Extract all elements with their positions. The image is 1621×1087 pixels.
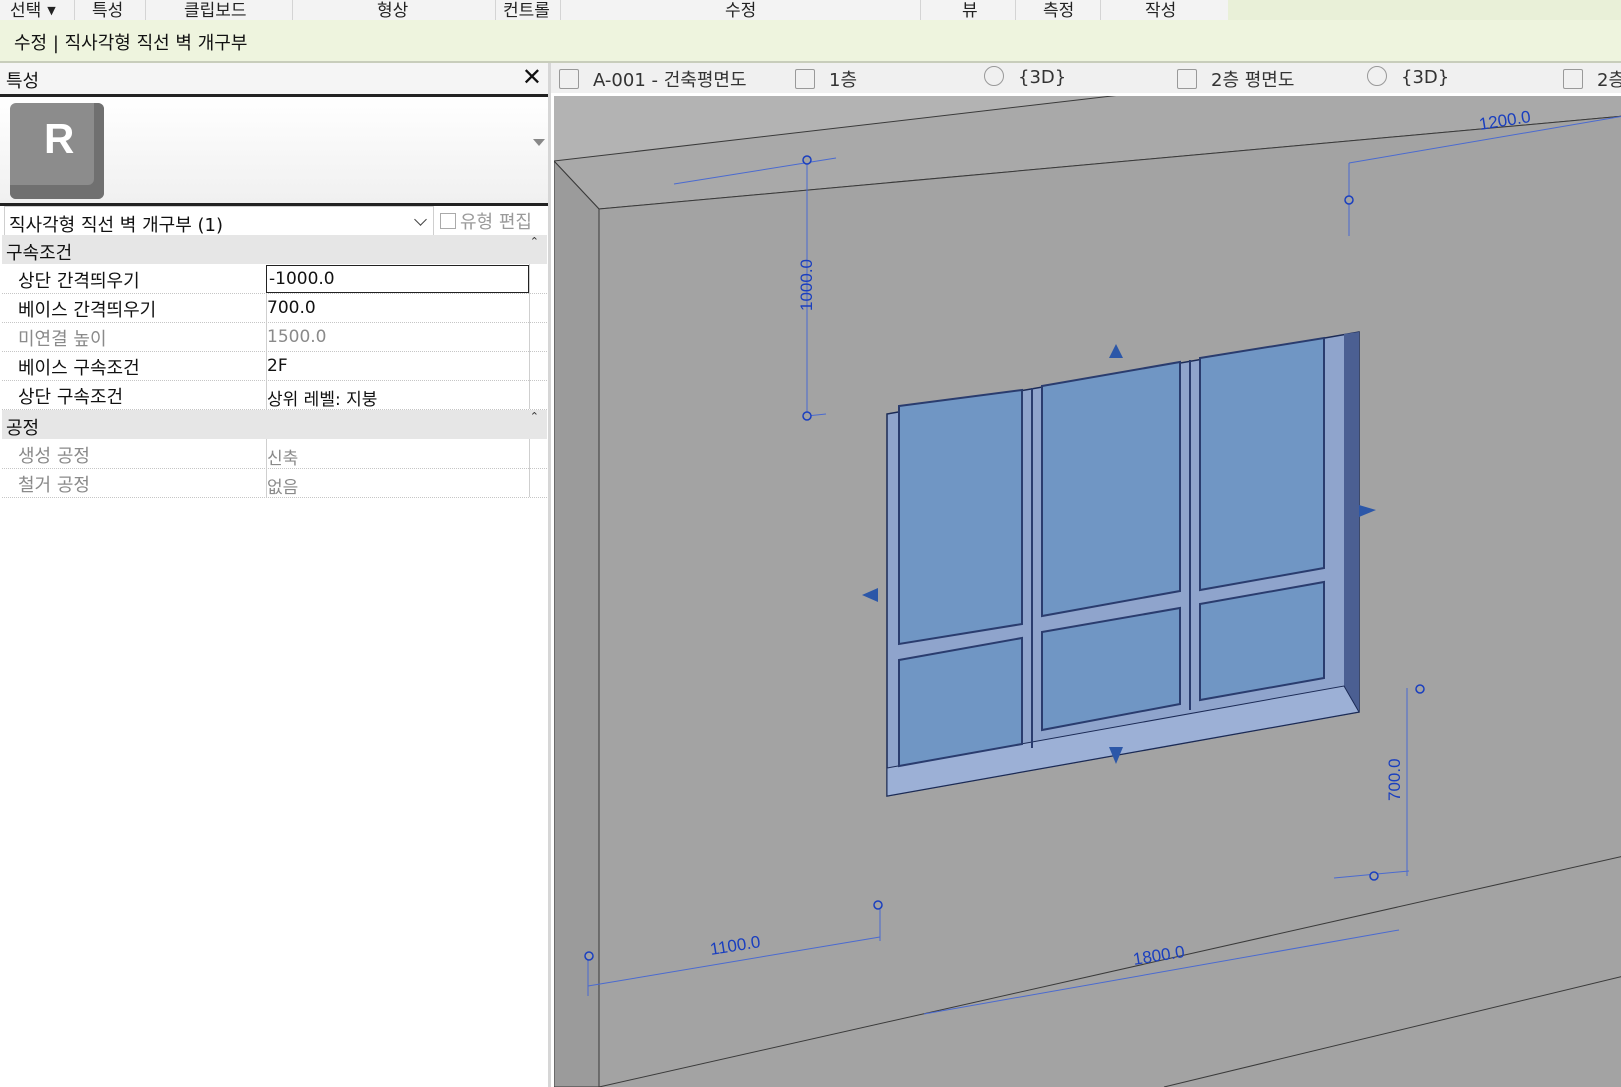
ribbon-tab-select[interactable]: 선택 ▼	[10, 0, 56, 20]
properties-title: 특성	[6, 71, 40, 92]
section-phasing[interactable]: 공정 ⌃	[2, 410, 547, 439]
wall-side-face	[554, 160, 600, 1087]
property-key: 베이스 구속조건	[18, 358, 140, 379]
edit-type-button[interactable]: 유형 편집	[440, 208, 532, 234]
ribbon-tab-geometry[interactable]: 형상	[377, 0, 408, 20]
type-preview: R	[0, 97, 548, 206]
type-selector-row: 직사각형 직선 벽 개구부 (1) 유형 편집	[0, 206, 548, 238]
ribbon-tab-view[interactable]: 뷰	[962, 0, 978, 20]
chevron-down-icon[interactable]	[533, 139, 545, 146]
view-tab-3d-2[interactable]: {3D}	[1367, 66, 1449, 88]
property-row-phase-created[interactable]: 생성 공정 신축	[2, 439, 547, 469]
top-offset-input[interactable]: -1000.0	[266, 265, 529, 293]
property-key: 상단 간격띄우기	[18, 271, 140, 292]
context-title: 수정 | 직사각형 직선 벽 개구부	[14, 33, 248, 54]
property-value[interactable]: 신축	[267, 444, 298, 469]
properties-header: 특성 ✕	[0, 63, 548, 97]
ribbon-tab-bar: 선택 ▼ 특성 클립보드 형상 컨트롤 수정 뷰 측정 작성	[0, 0, 1621, 21]
3d-view-icon	[1367, 66, 1387, 86]
ribbon-tab-clipboard[interactable]: 클립보드	[184, 0, 247, 20]
collapse-icon[interactable]: ⌃	[530, 410, 539, 423]
window-jamb	[1344, 332, 1359, 715]
view-tab-1f[interactable]: 1층	[795, 66, 857, 92]
floor-plan-icon	[1177, 69, 1197, 89]
ribbon-tab-controls[interactable]: 컨트롤	[503, 0, 550, 20]
section-label: 공정	[6, 418, 40, 439]
view-tab-bar: A-001 - 건축평면도 1층 {3D} 2층 평면도 {3D} 2층	[551, 63, 1621, 96]
floor-plan-icon	[795, 69, 815, 89]
ribbon-tab-create[interactable]: 작성	[1145, 0, 1176, 20]
property-row-top-constraint[interactable]: 상단 구속조건 상위 레벨: 지붕	[2, 380, 547, 410]
property-value[interactable]: 2F	[267, 356, 288, 376]
property-key: 베이스 간격띄우기	[18, 300, 157, 321]
property-value[interactable]: 없음	[267, 473, 298, 498]
property-key: 미연결 높이	[18, 329, 107, 350]
type-selector[interactable]: 직사각형 직선 벽 개구부 (1)	[4, 206, 434, 238]
type-selector-value: 직사각형 직선 벽 개구부 (1)	[9, 215, 223, 236]
dimension-top-offset[interactable]: 1000.0	[797, 259, 816, 311]
context-bar: 수정 | 직사각형 직선 벽 개구부	[0, 20, 1621, 63]
property-row-unconnected-height: 미연결 높이 1500.0	[2, 322, 547, 352]
property-key: 생성 공정	[18, 446, 90, 467]
view-tab-3d[interactable]: {3D}	[984, 66, 1066, 88]
section-label: 구속조건	[6, 243, 73, 264]
glass-pane	[1041, 360, 1181, 618]
ribbon-filler	[1228, 0, 1621, 20]
ribbon-tab-properties[interactable]: 특성	[92, 0, 123, 20]
wall-base-edge	[1163, 976, 1621, 1087]
edit-type-icon	[440, 213, 456, 229]
3d-view-icon	[984, 66, 1004, 86]
edit-type-label: 유형 편집	[460, 212, 532, 233]
property-key: 상단 구속조건	[18, 387, 124, 408]
properties-panel: 특성 ✕ R 직사각형 직선 벽 개구부 (1) 유형 편집 구속조건 ⌃ 상단…	[0, 63, 551, 1087]
revit-logo-icon: R	[10, 103, 104, 199]
property-row-base-offset[interactable]: 베이스 간격띄우기 700.0	[2, 293, 547, 323]
ribbon-tab-measure[interactable]: 측정	[1043, 0, 1074, 20]
section-constraints[interactable]: 구속조건 ⌃	[2, 235, 547, 264]
chevron-down-icon	[414, 213, 427, 226]
property-value[interactable]: 상위 레벨: 지붕	[267, 385, 377, 410]
glass-pane	[898, 636, 1023, 768]
property-value[interactable]: 700.0	[267, 298, 316, 318]
ribbon-tab-modify[interactable]: 수정	[725, 0, 756, 20]
view-tab-2f-plan[interactable]: 2층 평면도	[1177, 66, 1294, 92]
view-tab-2f[interactable]: 2층	[1563, 66, 1621, 92]
close-icon[interactable]: ✕	[522, 63, 542, 91]
glass-pane	[1199, 336, 1325, 592]
floor-plan-icon	[1563, 69, 1583, 89]
property-row-phase-demolished[interactable]: 철거 공정 없음	[2, 468, 547, 498]
viewport-canvas: 1000.0 1200.0 700.0 1100.0 1800.0	[554, 96, 1621, 1087]
property-row-top-offset[interactable]: 상단 간격띄우기 -1000.0	[2, 264, 547, 294]
sheet-icon	[559, 69, 579, 89]
property-key: 철거 공정	[18, 475, 90, 496]
3d-viewport[interactable]: 1000.0 1200.0 700.0 1100.0 1800.0	[551, 96, 1621, 1087]
property-row-base-constraint[interactable]: 베이스 구속조건 2F	[2, 351, 547, 381]
collapse-icon[interactable]: ⌃	[530, 235, 539, 248]
glass-pane	[898, 388, 1023, 646]
glass-pane	[1199, 580, 1325, 702]
property-value: 1500.0	[267, 327, 327, 347]
dimension-base-height[interactable]: 700.0	[1385, 758, 1404, 801]
view-tab-sheet[interactable]: A-001 - 건축평면도	[559, 66, 747, 92]
chevron-down-icon: ▼	[47, 4, 56, 17]
